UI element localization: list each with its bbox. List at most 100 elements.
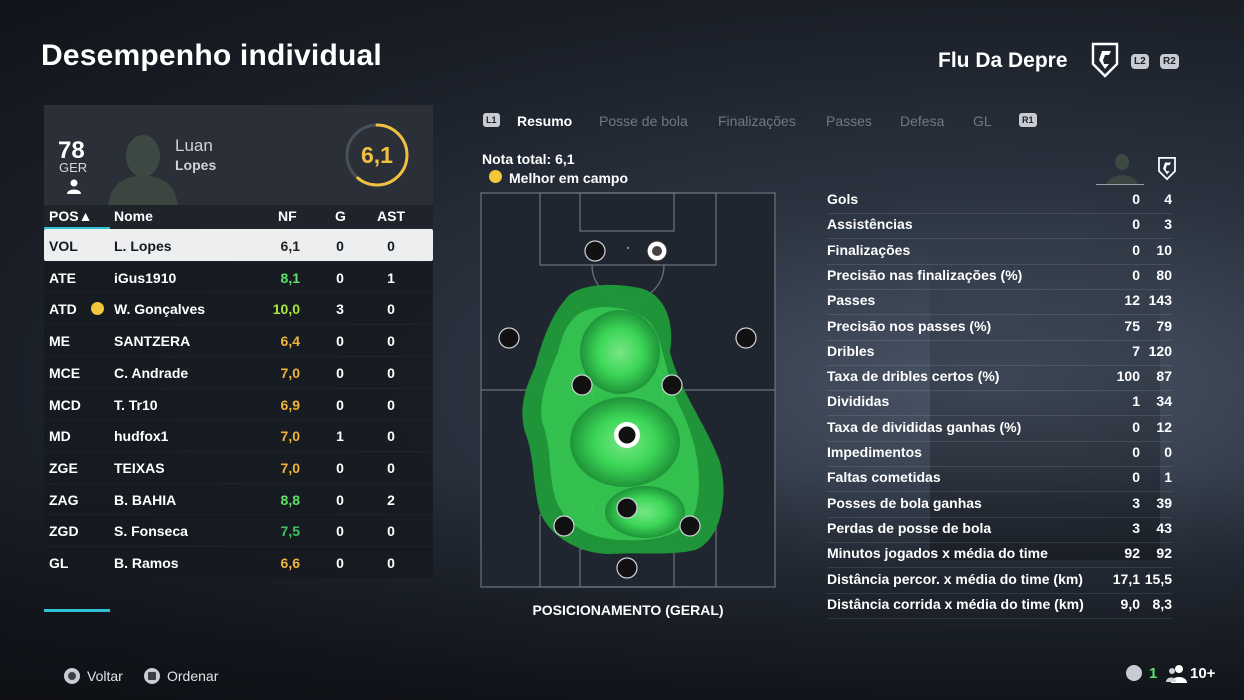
tab-passes[interactable]: Passes <box>826 113 872 129</box>
row-player-name: L. Lopes <box>114 238 172 254</box>
stat-row: Minutos jogados x média do time 92 92 <box>827 542 1172 569</box>
stat-player-value: 0 <box>1132 266 1140 283</box>
row-goals: 0 <box>336 396 344 413</box>
row-assists: 0 <box>387 333 395 350</box>
green-count: 1 <box>1149 665 1158 682</box>
row-goals: 0 <box>336 459 344 476</box>
stat-team-value: 120 <box>1148 342 1172 359</box>
r1-button-hint[interactable]: R1 <box>1019 113 1037 127</box>
stat-label: Precisão nos passes (%) <box>827 317 992 334</box>
table-row[interactable]: ATE iGus1910 8,1 0 1 <box>44 260 433 293</box>
row-goals: 0 <box>336 491 344 508</box>
header-nf[interactable]: NF <box>278 208 297 224</box>
stat-row: Finalizações 0 10 <box>827 239 1172 265</box>
tab-resumo[interactable]: Resumo <box>517 113 572 129</box>
table-row[interactable]: ATD W. Gonçalves 10,0 3 0 <box>44 292 433 325</box>
header-name[interactable]: Nome <box>114 208 153 224</box>
tab-gl[interactable]: GL <box>973 113 992 129</box>
row-player-name: iGus1910 <box>114 269 177 286</box>
stat-team-value: 12 <box>1156 418 1172 435</box>
stat-row: Precisão nos passes (%) 75 79 <box>827 315 1172 341</box>
stat-player-value: 17,1 <box>1112 570 1140 587</box>
l1-button-hint[interactable]: L1 <box>483 113 500 127</box>
total-rating: Nota total: 6,1 <box>482 151 575 167</box>
stat-row: Impedimentos 0 0 <box>827 441 1172 467</box>
circle-button-icon[interactable] <box>64 668 80 684</box>
player-dot <box>553 515 575 537</box>
header-pos[interactable]: POS▲ <box>49 208 92 224</box>
player-first-name: Luan <box>175 136 213 155</box>
row-position: VOL <box>49 238 78 254</box>
table-row[interactable]: GL B. Ramos 6,6 0 0 <box>44 546 433 578</box>
stat-label: Dribles <box>827 342 875 359</box>
table-row[interactable]: MCE C. Andrade 7,0 0 0 <box>44 355 433 388</box>
row-assists: 0 <box>387 428 395 445</box>
stat-team-value: 0 <box>1164 444 1172 460</box>
tab-defesa[interactable]: Defesa <box>900 113 944 129</box>
row-position: MD <box>49 428 71 445</box>
stat-label: Distância percor. x média do time (km) <box>827 570 1083 587</box>
square-button-icon[interactable] <box>144 668 160 684</box>
table-row[interactable]: ZGD S. Fonseca 7,5 0 0 <box>44 514 433 547</box>
stat-label: Taxa de divididas ganhas (%) <box>827 418 1022 435</box>
stat-team-value: 1 <box>1164 469 1172 486</box>
header-g[interactable]: G <box>335 208 346 224</box>
row-position: ZGE <box>49 459 78 476</box>
player-position: GER <box>59 160 88 175</box>
stat-player-value: 75 <box>1124 317 1140 334</box>
row-goals: 0 <box>336 269 344 286</box>
header-ast[interactable]: AST <box>377 208 405 224</box>
row-assists: 0 <box>387 523 395 540</box>
player-dot <box>498 327 520 349</box>
pitch-caption: POSICIONAMENTO (GERAL) <box>532 602 724 618</box>
stat-player-value: 0 <box>1132 191 1140 207</box>
stat-row: Gols 0 4 <box>827 188 1172 214</box>
positioning-heatmap <box>480 192 776 588</box>
row-rating: 7,0 <box>280 459 300 476</box>
match-rating-value: 6,1 <box>361 142 393 168</box>
table-row[interactable]: MD hudfox1 7,0 1 0 <box>44 419 433 452</box>
sort-label[interactable]: Ordenar <box>167 668 218 684</box>
scroll-indicator <box>44 609 110 612</box>
stat-label: Perdas de posse de bola <box>827 519 992 536</box>
person-icon <box>67 179 81 194</box>
stat-label: Divididas <box>827 393 890 410</box>
table-row[interactable]: ZAG B. BAHIA 8,8 0 2 <box>44 482 433 515</box>
table-row[interactable]: ME SANTZERA 6,4 0 0 <box>44 324 433 357</box>
stat-player-value: 12 <box>1124 292 1140 309</box>
row-rating: 7,0 <box>280 428 300 445</box>
back-label[interactable]: Voltar <box>87 668 123 684</box>
row-goals: 0 <box>336 555 344 571</box>
r2-button-hint[interactable]: R2 <box>1160 54 1179 69</box>
tab-finalizacoes[interactable]: Finalizações <box>718 113 796 129</box>
row-position: ME <box>49 333 70 350</box>
row-rating: 7,5 <box>280 523 300 540</box>
table-row[interactable]: MCD T. Tr10 6,9 0 0 <box>44 387 433 420</box>
stat-row: Divididas 1 34 <box>827 390 1172 417</box>
stat-player-value: 0 <box>1132 444 1140 460</box>
stat-row: Taxa de dribles certos (%) 100 87 <box>827 365 1172 392</box>
center-spot <box>626 246 630 250</box>
table-row[interactable]: ZGE TEIXAS 7,0 0 0 <box>44 450 433 483</box>
row-position: ZAG <box>49 491 79 508</box>
row-assists: 0 <box>387 238 395 254</box>
row-player-name: B. Ramos <box>114 555 179 571</box>
stat-team-value: 39 <box>1156 494 1172 511</box>
player-dot <box>661 374 683 396</box>
stat-team-value: 4 <box>1164 191 1172 207</box>
l2-button-hint[interactable]: L2 <box>1131 54 1149 69</box>
row-rating: 10,0 <box>272 301 300 318</box>
table-header: POS▲ Nome NF G AST <box>44 205 433 228</box>
tab-posse-de-bola[interactable]: Posse de bola <box>599 113 688 129</box>
stat-row: Precisão nas finalizações (%) 0 80 <box>827 264 1172 290</box>
stat-row: Perdas de posse de bola 3 43 <box>827 517 1172 543</box>
player-dot <box>735 327 757 349</box>
stat-row: Assistências 0 3 <box>827 213 1172 240</box>
row-goals: 0 <box>336 238 344 254</box>
stat-label: Passes <box>827 292 876 309</box>
network-icon <box>1126 665 1142 681</box>
table-row[interactable]: VOL L. Lopes 6,1 0 0 <box>44 229 433 261</box>
stat-player-value: 0 <box>1132 469 1140 486</box>
stat-label: Faltas cometidas <box>827 469 941 486</box>
player-dot <box>571 374 593 396</box>
